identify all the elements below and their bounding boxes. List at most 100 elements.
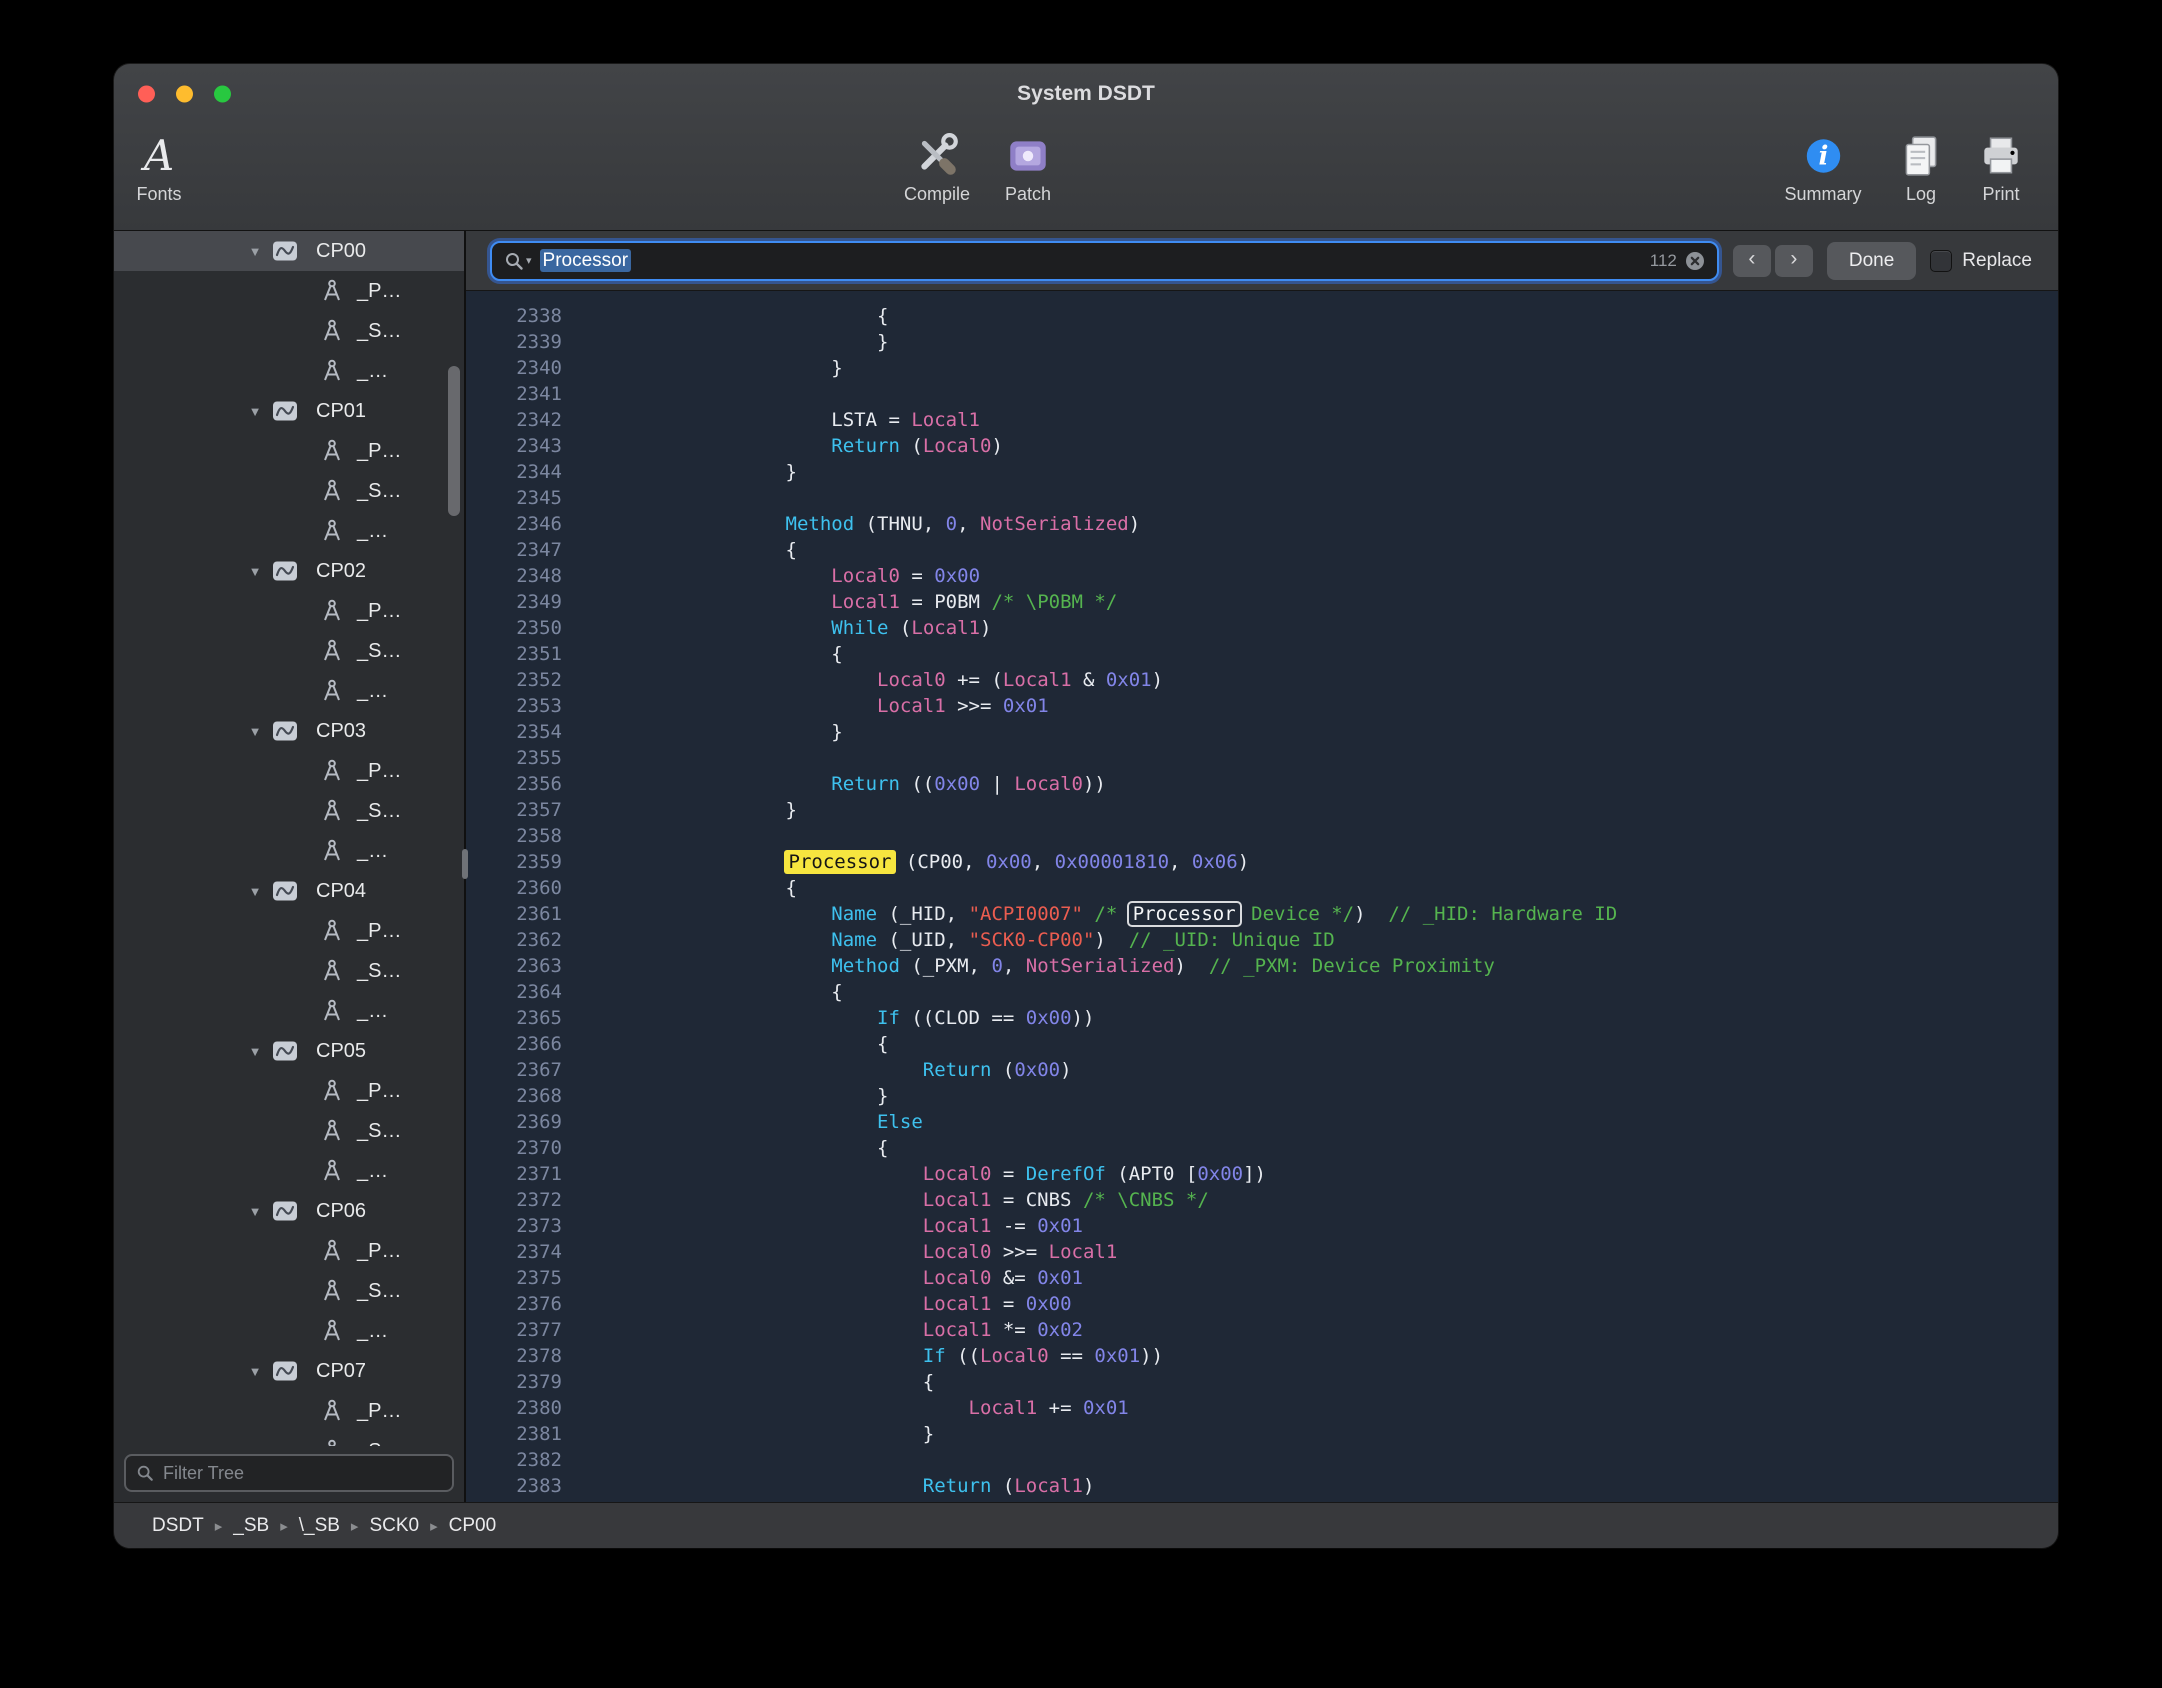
close-window-button[interactable]	[138, 85, 155, 102]
line-number: 2372	[466, 1187, 562, 1213]
breadcrumb-item[interactable]: _SB	[233, 1515, 269, 1537]
tree-item-cp05[interactable]: ▼CP05	[114, 1031, 464, 1071]
find-match-current: Processor	[784, 850, 897, 874]
tree-item-child[interactable]: _S…	[114, 471, 464, 511]
code-text: Processor (CP00, 0x00, 0x00001810, 0x06)	[694, 849, 1249, 875]
minimize-window-button[interactable]	[176, 85, 193, 102]
tree-item-child[interactable]: _P…	[114, 1231, 464, 1271]
log-button[interactable]: Log	[1897, 129, 1945, 205]
code-text: Else	[694, 1109, 923, 1135]
tree-item-child[interactable]: _S…	[114, 791, 464, 831]
code-text: }	[694, 1083, 888, 1109]
tree-item-child[interactable]: _…	[114, 1151, 464, 1191]
disclosure-triangle-icon[interactable]: ▼	[246, 884, 264, 899]
disclosure-triangle-icon[interactable]: ▼	[246, 1044, 264, 1059]
tree-item-child[interactable]: _…	[114, 511, 464, 551]
tree-item-child[interactable]: _…	[114, 991, 464, 1031]
tree-item-cp01[interactable]: ▼CP01	[114, 391, 464, 431]
tree-item-label: _P…	[357, 1240, 401, 1263]
dsdt-tree: ▼CP00_P…_S…_…▼CP01_P…_S…_…▼CP02_P…_S…_…▼…	[114, 231, 464, 1446]
window-title: System DSDT	[1017, 82, 1155, 106]
tree-item-child[interactable]: _P…	[114, 1071, 464, 1111]
disclosure-triangle-icon[interactable]: ▼	[246, 564, 264, 579]
clear-search-button[interactable]	[1685, 251, 1705, 271]
tree-item-cp04[interactable]: ▼CP04	[114, 871, 464, 911]
tree-item-cp02[interactable]: ▼CP02	[114, 551, 464, 591]
code-line: 2341	[466, 381, 2058, 407]
sidebar-scrollbar-thumb[interactable]	[448, 366, 460, 516]
find-input[interactable]: ▾ Processor 112	[490, 241, 1719, 281]
scope-icon	[272, 400, 298, 422]
tree-item-child[interactable]: _S…	[114, 951, 464, 991]
titlebar[interactable]: System DSDT	[114, 64, 2058, 123]
tree-item-child[interactable]: _…	[114, 1311, 464, 1351]
tree-item-child[interactable]: _P…	[114, 1391, 464, 1431]
breadcrumb-item[interactable]: DSDT	[152, 1515, 204, 1537]
tree-item-child[interactable]: _P…	[114, 591, 464, 631]
tree-item-child[interactable]: _S…	[114, 1271, 464, 1311]
print-button[interactable]: Print	[1977, 129, 2025, 205]
find-next-button[interactable]: ›	[1775, 245, 1813, 277]
line-number: 2379	[466, 1369, 562, 1395]
line-number: 2377	[466, 1317, 562, 1343]
code-line: 2370 {	[466, 1135, 2058, 1161]
line-number: 2349	[466, 589, 562, 615]
patch-button[interactable]: Patch	[1004, 129, 1052, 205]
tree-item-child[interactable]: _P…	[114, 911, 464, 951]
tree-item-child[interactable]: _…	[114, 671, 464, 711]
fonts-button[interactable]: A Fonts	[136, 129, 181, 205]
tree-item-child[interactable]: _S…	[114, 631, 464, 671]
tree-item-child[interactable]: _P…	[114, 751, 464, 791]
find-previous-button[interactable]: ‹	[1733, 245, 1771, 277]
code-text: Return ((0x00 | Local0))	[694, 771, 1106, 797]
tree-item-cp06[interactable]: ▼CP06	[114, 1191, 464, 1231]
search-menu-icon[interactable]: ▾	[504, 251, 532, 271]
line-number: 2343	[466, 433, 562, 459]
filter-tree-field[interactable]: Filter Tree	[124, 1454, 454, 1492]
tree-item-child[interactable]: _P…	[114, 271, 464, 311]
tree-item-child[interactable]: _S…	[114, 311, 464, 351]
tree-item-label: _S…	[357, 1120, 401, 1143]
breadcrumb-item[interactable]: CP00	[449, 1515, 497, 1537]
disclosure-triangle-icon[interactable]: ▼	[246, 1204, 264, 1219]
breadcrumb-item[interactable]: SCK0	[369, 1515, 419, 1537]
find-bar: ▾ Processor 112 ‹ › Done	[466, 231, 2058, 291]
code-line: 2372 Local1 = CNBS /* \CNBS */	[466, 1187, 2058, 1213]
splitter-handle[interactable]	[462, 849, 468, 879]
summary-button[interactable]: i Summary	[1784, 129, 1861, 205]
code-line: 2342 LSTA = Local1	[466, 407, 2058, 433]
line-number: 2338	[466, 303, 562, 329]
disclosure-triangle-icon[interactable]: ▼	[246, 404, 264, 419]
tree-item-cp00[interactable]: ▼CP00	[114, 231, 464, 271]
tree-item-child[interactable]: _P…	[114, 431, 464, 471]
disclosure-triangle-icon[interactable]: ▼	[246, 1364, 264, 1379]
code-line: 2348 Local0 = 0x00	[466, 563, 2058, 589]
replace-checkbox[interactable]	[1930, 250, 1952, 272]
code-line: 2383 Return (Local1)	[466, 1473, 2058, 1499]
scope-icon	[272, 560, 298, 582]
code-line: 2353 Local1 >>= 0x01	[466, 693, 2058, 719]
disclosure-triangle-icon[interactable]: ▼	[246, 724, 264, 739]
tree-item-child[interactable]: _S…	[114, 1111, 464, 1151]
line-number: 2383	[466, 1473, 562, 1499]
code-editor[interactable]: 2338 {2339 }2340 }23412342 LSTA = Local1…	[466, 291, 2058, 1502]
zoom-window-button[interactable]	[214, 85, 231, 102]
tree-item-cp07[interactable]: ▼CP07	[114, 1351, 464, 1391]
disclosure-triangle-icon[interactable]: ▼	[246, 244, 264, 259]
line-number: 2346	[466, 511, 562, 537]
tree-item-child[interactable]: _S…	[114, 1431, 464, 1446]
line-number: 2355	[466, 745, 562, 771]
tree-item-label: _P…	[357, 1080, 401, 1103]
compile-button[interactable]: Compile	[904, 129, 970, 205]
code-line: 2347 {	[466, 537, 2058, 563]
breadcrumb-item[interactable]: \_SB	[299, 1515, 340, 1537]
tree-item-child[interactable]: _…	[114, 351, 464, 391]
documents-icon	[1897, 129, 1945, 183]
tree-item-cp03[interactable]: ▼CP03	[114, 711, 464, 751]
tree-item-child[interactable]: _…	[114, 831, 464, 871]
tree-item-label: _P…	[357, 440, 401, 463]
done-button[interactable]: Done	[1827, 242, 1916, 280]
find-query-selected-text: Processor	[540, 249, 632, 272]
code-line: 2378 If ((Local0 == 0x01))	[466, 1343, 2058, 1369]
sidebar-splitter[interactable]	[464, 231, 466, 1502]
